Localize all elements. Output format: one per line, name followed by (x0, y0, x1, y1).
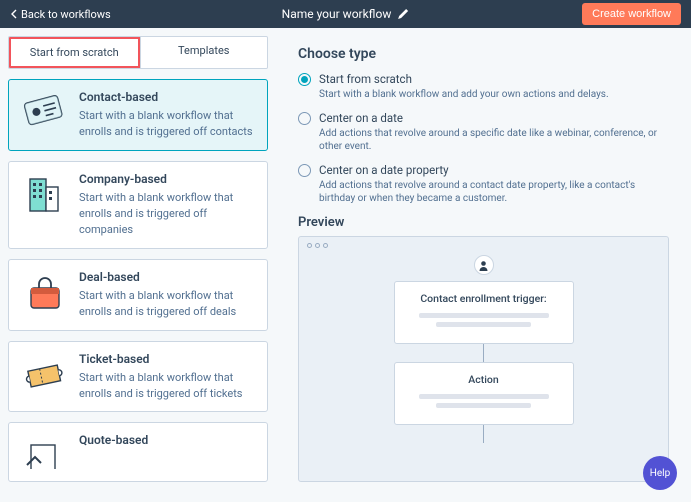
tab-templates[interactable]: Templates (140, 37, 268, 68)
ticket-icon (21, 352, 67, 398)
deal-icon (21, 270, 67, 316)
card-title: Company-based (79, 172, 255, 186)
title-area: Name your workflow (282, 7, 410, 21)
card-title: Deal-based (79, 270, 255, 284)
preview-heading: Preview (298, 215, 669, 230)
app-header: Back to workflows Name your workflow Cre… (0, 0, 691, 28)
right-panel: Choose type Start from scratch Start wit… (276, 28, 691, 502)
choose-type-heading: Choose type (298, 46, 669, 62)
action-node: Action (394, 362, 574, 425)
card-title: Contact-based (79, 90, 255, 104)
pencil-icon[interactable] (397, 8, 409, 20)
card-company-based[interactable]: Company-based Start with a blank workflo… (8, 161, 268, 249)
card-deal-based[interactable]: Deal-based Start with a blank workflow t… (8, 259, 268, 331)
left-panel: Start from scratch Templates Contact-bas… (0, 28, 276, 502)
preview-canvas: Contact enrollment trigger: Action (311, 255, 656, 469)
help-button[interactable]: Help (643, 456, 677, 490)
radio-desc: Add actions that revolve around a specif… (319, 127, 669, 153)
contact-icon (21, 90, 67, 136)
window-dots (307, 243, 328, 248)
radio-center-on-date-property[interactable]: Center on a date property (298, 163, 669, 177)
trigger-node: Contact enrollment trigger: (394, 281, 574, 344)
radio-desc: Start with a blank workflow and add your… (319, 88, 669, 101)
radio-start-from-scratch[interactable]: Start from scratch (298, 72, 669, 86)
radio-center-on-date[interactable]: Center on a date (298, 111, 669, 125)
radio-input[interactable] (298, 73, 311, 86)
card-desc: Start with a blank workflow that enrolls… (79, 370, 255, 402)
company-icon (21, 172, 67, 218)
workflow-title[interactable]: Name your workflow (282, 7, 392, 21)
radio-label: Center on a date property (319, 163, 449, 177)
card-desc: Start with a blank workflow that enrolls… (79, 288, 255, 320)
body: Start from scratch Templates Contact-bas… (0, 28, 691, 502)
avatar-icon (474, 255, 494, 275)
back-link[interactable]: Back to workflows (10, 8, 111, 21)
card-ticket-based[interactable]: Ticket-based Start with a blank workflow… (8, 341, 268, 413)
preview-frame: Contact enrollment trigger: Action (298, 236, 669, 482)
card-desc: Start with a blank workflow that enrolls… (79, 108, 255, 140)
chevron-left-icon (10, 9, 17, 19)
radio-label: Center on a date (319, 111, 403, 125)
connector (483, 344, 484, 362)
radio-label: Start from scratch (319, 72, 412, 86)
tabs: Start from scratch Templates (8, 36, 268, 69)
radio-input[interactable] (298, 112, 311, 125)
action-title: Action (409, 373, 559, 386)
card-desc: Start with a blank workflow that enrolls… (79, 190, 255, 238)
tab-start-from-scratch[interactable]: Start from scratch (9, 37, 140, 68)
back-label: Back to workflows (21, 8, 111, 21)
radio-desc: Add actions that revolve around a contac… (319, 179, 669, 205)
create-workflow-button[interactable]: Create workflow (582, 3, 681, 25)
radio-input[interactable] (298, 164, 311, 177)
card-contact-based[interactable]: Contact-based Start with a blank workflo… (8, 79, 268, 151)
quote-icon (21, 433, 67, 479)
card-title: Ticket-based (79, 352, 255, 366)
card-quote-based[interactable]: Quote-based (8, 422, 268, 482)
card-title: Quote-based (79, 433, 148, 447)
connector (483, 425, 484, 443)
trigger-title: Contact enrollment trigger: (409, 292, 559, 305)
